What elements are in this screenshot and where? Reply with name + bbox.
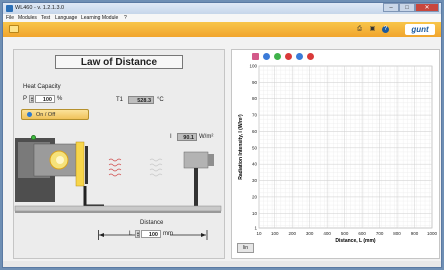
x-tick-label: 900 [411, 231, 419, 236]
rail-base [15, 211, 221, 213]
gunt-logo: gunt [405, 24, 435, 35]
y-tick-label: 30 [252, 178, 258, 183]
experiment-title: Law of Distance [55, 55, 183, 69]
sensor-post [194, 168, 198, 206]
distance-label: Distance [140, 220, 164, 226]
plate-stand [83, 186, 104, 208]
x-tick-label: 400 [323, 231, 331, 236]
y-tick-label: 70 [252, 113, 258, 118]
sensor-back [208, 154, 214, 166]
l-spinner[interactable]: ▲ ▼ [135, 230, 140, 238]
on-off-button[interactable]: On / Off [21, 109, 89, 120]
radiation-plate [75, 141, 85, 187]
menu-test[interactable]: Test [41, 15, 50, 21]
on-off-label: On / Off [36, 112, 56, 118]
l-label: L [129, 231, 133, 237]
x-tick-label: 300 [306, 231, 314, 236]
menu-modules[interactable]: Modules [18, 15, 37, 21]
heat-waves-faded [149, 158, 163, 177]
x-tick-label: 200 [288, 231, 296, 236]
l-value[interactable]: 100 [141, 230, 161, 238]
app-icon [6, 5, 13, 12]
maximize-button[interactable]: □ [399, 3, 415, 12]
p-spinner[interactable]: ▲ ▼ [29, 95, 34, 103]
t1-label: T1 [116, 97, 124, 103]
x-tick-label: 500 [341, 231, 349, 236]
experiment-panel: Law of Distance Heat Capacity P ▲ ▼ 100 %… [13, 49, 225, 259]
power-indicator-icon [27, 112, 32, 117]
print-icon[interactable]: ⎙ [356, 26, 363, 33]
apparatus-illustration [14, 138, 222, 213]
menu-learning-module[interactable]: Learning Module [81, 15, 118, 21]
x-tick-label: 600 [358, 231, 366, 236]
close-button[interactable]: ✕ [415, 3, 439, 12]
y-tick-label: 40 [252, 162, 258, 167]
x-tick-label: 100 [271, 231, 279, 236]
y-tick-label: 50 [252, 145, 258, 150]
x-tick-label: 800 [393, 231, 401, 236]
plot-area [258, 65, 433, 229]
save-icon[interactable]: ▣ [369, 26, 376, 33]
x-tick-label: 1000 [427, 231, 438, 236]
menu-help[interactable]: ? [124, 15, 127, 21]
heat-waves [108, 158, 122, 177]
x-tick-label: 700 [376, 231, 384, 236]
y-axis-label: Radiation Intensity, I (W/m²) [238, 114, 244, 180]
heat-capacity-label: Heat Capacity [23, 84, 61, 90]
menu-language[interactable]: Language [55, 15, 77, 21]
rail [14, 205, 222, 212]
title-bar: WL460 - v. 1.2.1.3.0 – □ ✕ [3, 3, 441, 14]
toolbar: ⎙ ▣ ? gunt [3, 22, 441, 37]
help-icon[interactable]: ? [382, 26, 389, 33]
scale-toggle-button[interactable]: lin [237, 243, 254, 253]
p-unit: % [57, 96, 63, 102]
sensor-body [183, 151, 209, 169]
status-bar [3, 261, 441, 267]
y-tick-label: 90 [252, 80, 258, 85]
x-tick-label: 10 [256, 231, 262, 236]
app-window: WL460 - v. 1.2.1.3.0 – □ ✕ File Modules … [2, 2, 442, 268]
p-value[interactable]: 100 [35, 95, 55, 103]
l-unit: mm [163, 231, 173, 237]
y-tick-label: 10 [252, 211, 258, 216]
status-led [31, 135, 36, 140]
window-title: WL460 - v. 1.2.1.3.0 [15, 5, 65, 11]
x-axis-label: Distance, L (mm) [335, 238, 376, 244]
p-label: P [23, 96, 28, 102]
lamp-core [56, 156, 64, 164]
y-tick-label: 100 [249, 64, 257, 69]
y-tick-label: 60 [252, 129, 258, 134]
y-tick-label: 80 [252, 96, 258, 101]
t1-value: 528.3 [128, 96, 154, 104]
menu-file[interactable]: File [6, 15, 14, 21]
y-tick-label: 20 [252, 194, 258, 199]
t1-unit: °C [157, 97, 164, 103]
minimize-button[interactable]: – [383, 3, 399, 12]
y-tick-label: 1 [254, 226, 257, 231]
intensity-chart: 10 100 200 300 400 500 600 700 800 900 10001102030… [238, 64, 438, 245]
module-icon[interactable] [9, 25, 19, 33]
graph-panel: 10 100 200 300 400 500 600 700 800 900 1000 1 10 20 30… [231, 49, 440, 259]
plate-holder [85, 146, 88, 184]
